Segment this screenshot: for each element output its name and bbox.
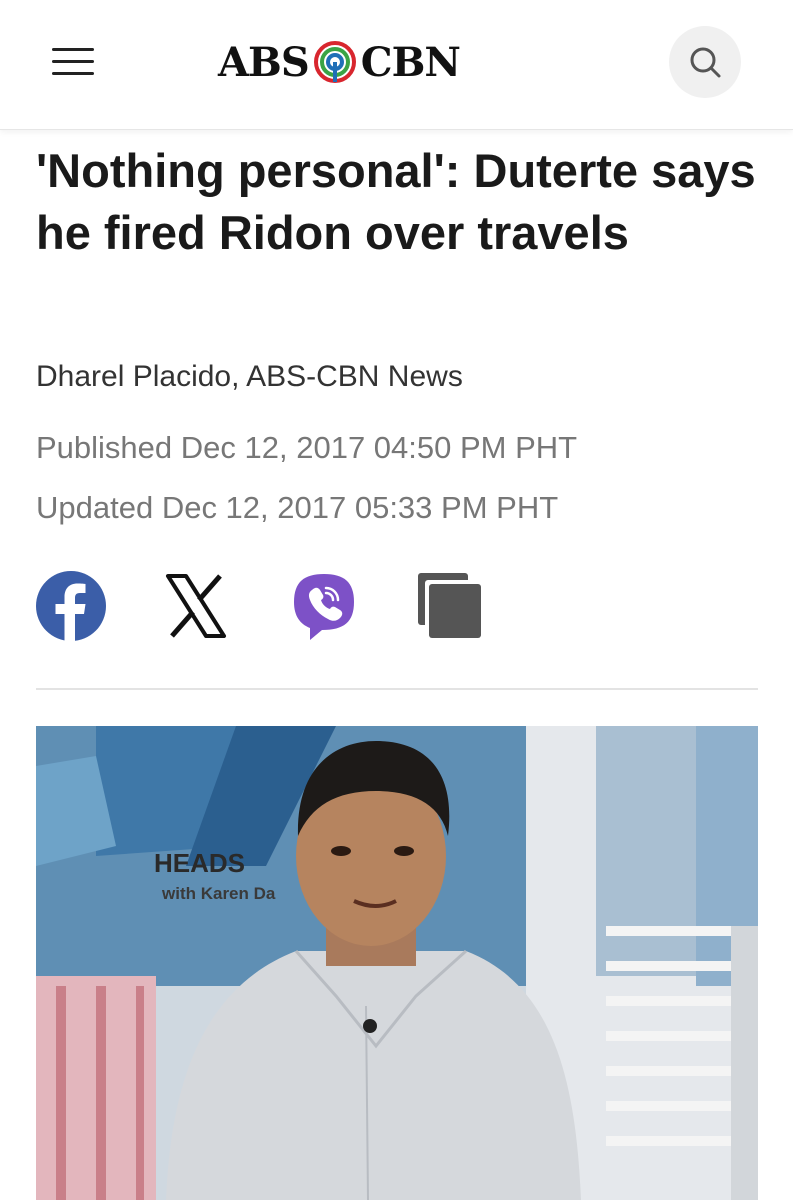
- x-icon: [166, 574, 226, 638]
- hamburger-menu-icon[interactable]: [52, 48, 94, 78]
- abs-cbn-logo[interactable]: ABS CBN: [218, 38, 461, 86]
- copy-link-icon: [418, 573, 481, 638]
- share-x-button[interactable]: [160, 570, 232, 642]
- updated-timestamp: Updated Dec 12, 2017 05:33 PM PHT: [36, 490, 559, 525]
- published-timestamp: Published Dec 12, 2017 04:50 PM PHT: [36, 430, 578, 465]
- logo-rings-icon: [313, 41, 356, 83]
- share-viber-button[interactable]: [288, 570, 360, 642]
- studio-banner-text: HEADS: [154, 848, 246, 878]
- share-facebook-button[interactable]: [35, 570, 107, 642]
- article-headline: 'Nothing personal': Duterte says he fire…: [36, 144, 756, 259]
- top-navigation-bar: ABS CBN: [0, 0, 793, 130]
- studio-banner-subtext: with Karen Da: [162, 884, 276, 903]
- section-divider: [36, 688, 758, 690]
- facebook-icon: [36, 571, 106, 641]
- photo-illustration: [36, 726, 758, 1200]
- search-button[interactable]: [669, 26, 741, 98]
- viber-icon: [294, 574, 354, 640]
- article-photo: HEADS with Karen Da: [36, 726, 758, 1200]
- search-icon: [690, 47, 721, 78]
- logo-text-abs: ABS: [218, 38, 310, 86]
- article-byline[interactable]: Dharel Placido, ABS-CBN News: [36, 360, 463, 394]
- logo-text-cbn: CBN: [360, 38, 461, 86]
- copy-link-button[interactable]: [415, 570, 487, 642]
